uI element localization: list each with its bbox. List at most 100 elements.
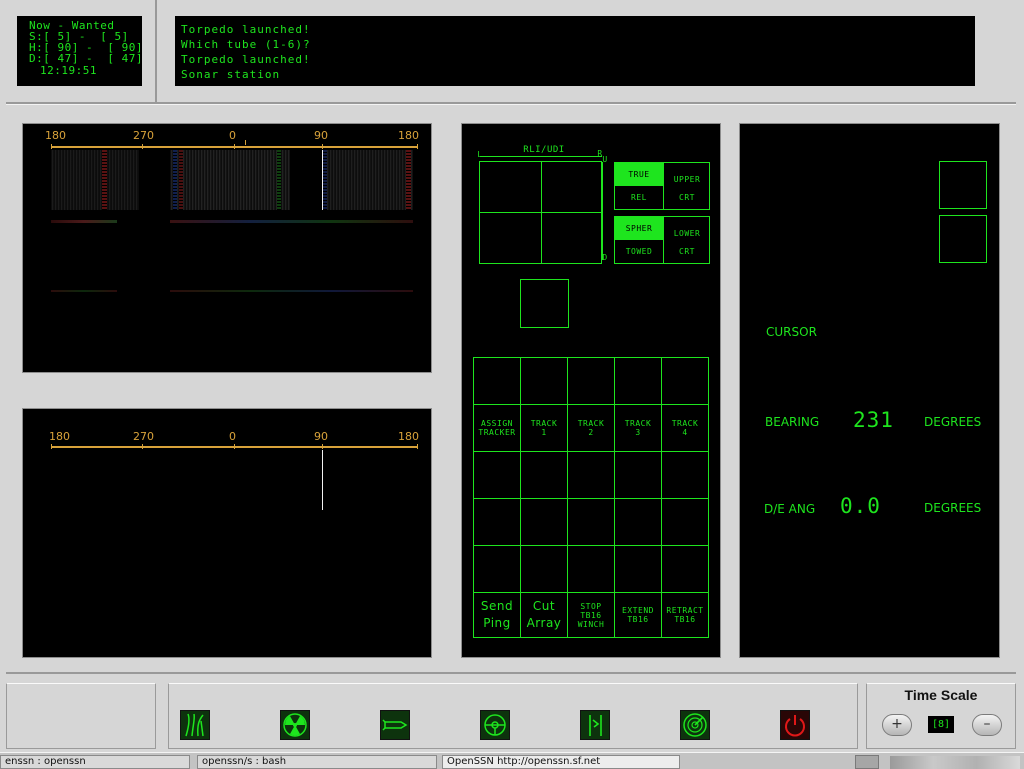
scale-tick — [234, 144, 235, 149]
relative-bearing-toggle[interactable]: REL — [615, 186, 663, 209]
taskbar-item[interactable]: enssn : openssn — [0, 755, 190, 769]
scale-tick — [51, 444, 52, 449]
system-tray[interactable] — [890, 756, 1020, 769]
helm-icon[interactable] — [480, 710, 510, 740]
upper-crt-selector: TRUE REL UPPER CRT — [614, 162, 710, 210]
sonar-control-panel: RLI/UDI L R U D TRUE REL UPPER CRT SPHER… — [461, 123, 721, 658]
contact-trace-blue — [323, 150, 327, 210]
extend-tb16-button[interactable]: EXTEND TB16 — [614, 592, 662, 638]
waterfall-noise — [51, 150, 139, 210]
tracker-blank-cell[interactable] — [661, 357, 709, 405]
track-1-button[interactable]: TRACK 1 — [520, 404, 568, 452]
tracker-blank-cell[interactable] — [520, 451, 568, 499]
waterfall-noise — [323, 150, 413, 210]
udi-scale — [602, 162, 603, 260]
tracker-blank-cell[interactable] — [567, 498, 615, 546]
tracker-blank-cell[interactable] — [520, 545, 568, 593]
taskbar-item-active[interactable]: OpenSSN http://openssn.sf.net — [442, 755, 680, 769]
contact-trace-red — [406, 150, 411, 210]
left-mark: L — [477, 150, 483, 159]
cut-array-button[interactable]: Cut Array — [520, 592, 568, 638]
heading-marker — [245, 140, 246, 145]
waterfall-band — [170, 220, 413, 223]
bearing-label: 90 — [314, 430, 328, 443]
radiation-icon[interactable] — [280, 710, 310, 740]
tracker-blank-cell[interactable] — [614, 357, 662, 405]
send-ping-button[interactable]: Send Ping — [473, 592, 521, 638]
true-bearing-toggle[interactable]: TRUE — [615, 163, 663, 186]
de-angle-value: 0.0 — [840, 494, 881, 518]
de-angle-unit: DEGREES — [924, 501, 982, 515]
tracker-blank-cell[interactable] — [473, 357, 521, 405]
rli-scale — [480, 156, 602, 157]
waterfall-band — [51, 220, 117, 223]
time-scale-decrease-button[interactable]: – — [972, 714, 1002, 736]
spherical-array-toggle[interactable]: SPHER — [615, 217, 663, 240]
tracker-blank-cell[interactable] — [614, 451, 662, 499]
message-line: Torpedo launched! — [181, 23, 311, 36]
track-3-button[interactable]: TRACK 3 — [614, 404, 662, 452]
tracker-blank-cell[interactable] — [473, 545, 521, 593]
radar-icon[interactable] — [680, 710, 710, 740]
bearing-label: 90 — [314, 129, 328, 142]
grid-line — [480, 212, 601, 213]
bearing-label: 0 — [229, 129, 236, 142]
bearing-label: 180 — [398, 430, 419, 443]
scale-tick — [322, 444, 323, 449]
track-4-button[interactable]: TRACK 4 — [661, 404, 709, 452]
time-scale-value: [8] — [928, 716, 954, 733]
tracker-blank-cell[interactable] — [661, 451, 709, 499]
rli-udi-grid[interactable] — [479, 161, 602, 264]
taskbar-item[interactable]: openssn/s : bash — [197, 755, 437, 769]
station-toolbar — [168, 683, 858, 749]
tracker-blank-cell[interactable] — [567, 451, 615, 499]
divider — [663, 163, 664, 209]
sonar-icon[interactable] — [180, 710, 210, 740]
time-scale-increase-button[interactable]: + — [882, 714, 912, 736]
upper-crt-label[interactable]: UPPER CRT — [665, 171, 709, 207]
towed-array-toggle[interactable]: TOWED — [615, 240, 663, 263]
tracker-blank-cell[interactable] — [520, 498, 568, 546]
tracker-blank-cell[interactable] — [473, 451, 521, 499]
bearing-label: 0 — [229, 430, 236, 443]
time-scale-title: Time Scale — [904, 687, 978, 703]
waterfall-band — [51, 290, 117, 292]
scale-tick — [142, 444, 143, 449]
tracker-blank-cell[interactable] — [567, 545, 615, 593]
scale-tick — [234, 444, 235, 449]
clock: 12:19:51 — [40, 64, 97, 77]
lower-crt-label[interactable]: LOWER CRT — [665, 225, 709, 261]
taskbar: enssn : openssn openssn/s : bash OpenSSN… — [0, 752, 1024, 769]
stop-winch-button[interactable]: STOP TB16 WINCH — [567, 592, 615, 638]
contact-trace-green — [277, 150, 281, 210]
tracker-blank-cell[interactable] — [473, 498, 521, 546]
scale-tick — [417, 144, 418, 149]
bottom-left-frame — [6, 683, 156, 749]
periscope-icon[interactable] — [580, 710, 610, 740]
message-line: Torpedo launched! — [181, 53, 311, 66]
lower-sonar-display[interactable]: 180 270 0 90 180 — [22, 408, 432, 658]
tracker-blank-cell[interactable] — [520, 357, 568, 405]
waterfall-noise — [170, 150, 290, 210]
tray-icon[interactable] — [855, 755, 879, 769]
track-2-button[interactable]: TRACK 2 — [567, 404, 615, 452]
contact-trace-blue — [173, 150, 177, 210]
tracker-blank-cell[interactable] — [567, 357, 615, 405]
bearing-value: 231 — [853, 408, 894, 432]
tracker-blank-cell[interactable] — [614, 545, 662, 593]
assign-tracker-button[interactable]: ASSIGN TRACKER — [473, 404, 521, 452]
message-log: Torpedo launched! Which tube (1-6)? Torp… — [175, 16, 975, 86]
upper-sonar-display[interactable]: 180 270 0 90 180 — [22, 123, 432, 373]
bearing-unit: DEGREES — [924, 415, 982, 429]
tracker-blank-cell[interactable] — [661, 545, 709, 593]
lower-crt-selector: SPHER TOWED LOWER CRT — [614, 216, 710, 264]
tracker-blank-cell[interactable] — [661, 498, 709, 546]
retract-tb16-button[interactable]: RETRACT TB16 — [661, 592, 709, 638]
cursor-label: CURSOR — [766, 325, 817, 339]
tracker-blank-cell[interactable] — [614, 498, 662, 546]
bearing-label: 270 — [133, 430, 154, 443]
power-icon[interactable] — [780, 710, 810, 740]
bearing-label: BEARING — [765, 415, 820, 429]
torpedo-icon[interactable] — [380, 710, 410, 740]
bearing-cursor — [322, 450, 323, 510]
